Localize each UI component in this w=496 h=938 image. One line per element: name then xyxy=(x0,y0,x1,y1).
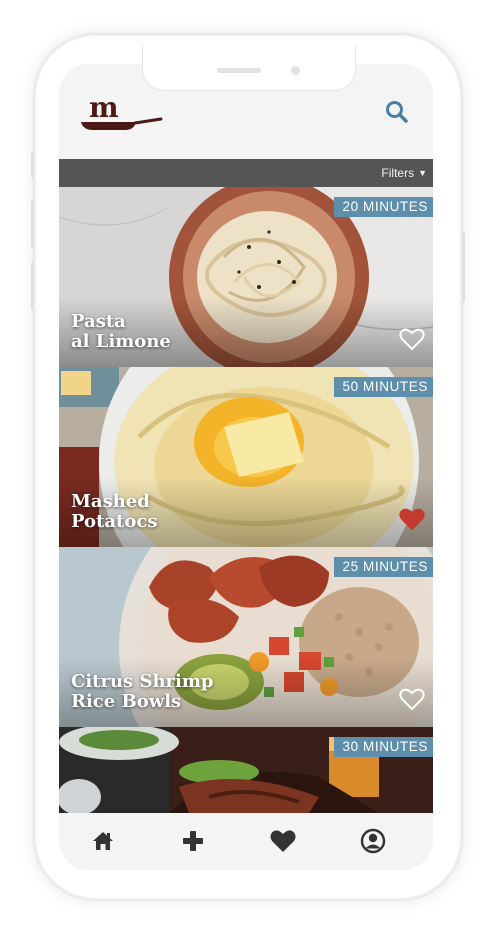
cook-time-badge: 50 MINUTES xyxy=(334,377,433,397)
logo-icon: m xyxy=(81,91,163,130)
heart-icon[interactable] xyxy=(269,827,297,855)
app-screen: m Filters ▼ 20 MINUTES Pasta al Limone 5… xyxy=(59,64,433,870)
recipe-card-citrus-shrimp[interactable]: 25 MINUTES Citrus Shrimp Rice Bowls xyxy=(59,547,433,727)
recipe-card-mashed-potatoes[interactable]: 50 MINUTES Mashed Potatocs xyxy=(59,367,433,547)
home-icon[interactable] xyxy=(89,827,117,855)
filters-button[interactable]: Filters ▼ xyxy=(381,159,427,187)
recipe-title-line2: al Limone xyxy=(71,331,171,352)
phone-notch xyxy=(142,46,356,91)
front-camera xyxy=(291,66,300,75)
filters-label: Filters xyxy=(381,166,415,180)
bottom-nav xyxy=(59,813,433,870)
plus-icon[interactable] xyxy=(179,827,207,855)
user-icon[interactable] xyxy=(359,827,387,855)
cook-time-badge: 25 MINUTES xyxy=(334,557,433,577)
cook-time-badge: 20 MINUTES xyxy=(334,197,433,217)
recipe-card-4[interactable]: 30 MINUTES xyxy=(59,727,433,813)
chevron-down-icon: ▼ xyxy=(418,168,427,178)
recipe-feed[interactable]: 20 MINUTES Pasta al Limone 50 MINUTES Ma… xyxy=(59,187,433,813)
recipe-title-line1: Mashed xyxy=(71,491,150,512)
logo-letter: m xyxy=(89,91,119,124)
recipe-title: Citrus Shrimp Rice Bowls xyxy=(71,672,214,712)
recipe-card-pasta[interactable]: 20 MINUTES Pasta al Limone xyxy=(59,187,433,367)
recipe-title-line1: Citrus Shrimp xyxy=(71,671,214,692)
filter-bar: Filters ▼ xyxy=(59,159,433,187)
search-icon[interactable] xyxy=(383,98,411,126)
heart-filled-icon[interactable] xyxy=(399,507,425,531)
recipe-title-line2: Potatocs xyxy=(71,511,158,532)
heart-outline-icon[interactable] xyxy=(399,687,425,711)
recipe-title: Mashed Potatocs xyxy=(71,492,157,532)
cook-time-badge: 30 MINUTES xyxy=(334,737,433,757)
heart-outline-icon[interactable] xyxy=(399,327,425,351)
speaker-grille xyxy=(217,68,261,73)
recipe-title-line2: Rice Bowls xyxy=(71,691,182,712)
recipe-title: Pasta al Limone xyxy=(71,312,171,352)
recipe-title-line1: Pasta xyxy=(71,311,126,332)
